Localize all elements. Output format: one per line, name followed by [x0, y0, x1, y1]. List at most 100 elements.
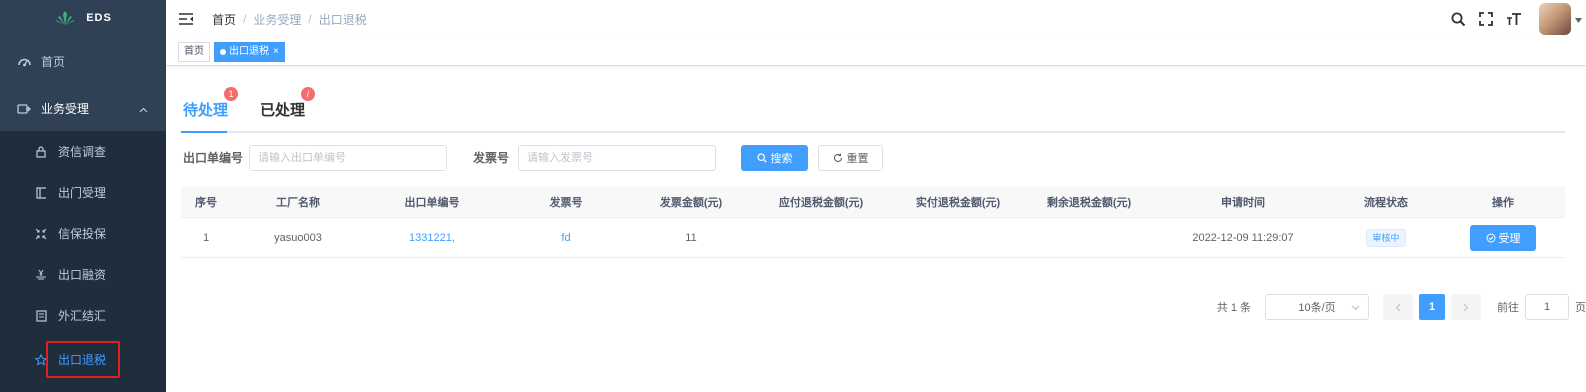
sidebar-item-label: 外汇结汇 — [58, 309, 107, 323]
logo-icon — [55, 11, 76, 25]
avatar[interactable] — [1539, 3, 1571, 35]
tag-export-tax-rebate[interactable]: 出口退税 × — [214, 41, 285, 62]
sidebar-item-label: 资信调查 — [58, 145, 107, 159]
sidebar-item-export-tax-rebate[interactable]: 出口退税 — [0, 339, 166, 380]
order-no-label: 出口单编号 — [183, 151, 244, 165]
lock-icon — [34, 145, 48, 159]
money-icon — [34, 268, 48, 282]
dashboard-icon — [17, 55, 31, 69]
cell-apply-time: 2022-12-09 11:29:07 — [1192, 231, 1294, 244]
sidebar-item-label: 出口退税 — [58, 353, 107, 367]
search-button-label: 搜索 — [770, 153, 793, 165]
page-size-value: 10条/页 — [1298, 302, 1336, 314]
sidebar-item-label: 出门受理 — [58, 186, 107, 200]
goto-label: 前往 — [1497, 302, 1519, 314]
cell-index: 1 — [202, 231, 210, 244]
refresh-icon — [833, 153, 842, 162]
exchange-icon — [34, 309, 48, 323]
table-header: 序号 工厂名称 出口单编号 发票号 发票金额(元) 应付退税金额(元) 实付退税… — [181, 186, 1565, 218]
sidebar-item-home[interactable]: 首页 — [0, 41, 166, 82]
data-table: 序号 工厂名称 出口单编号 发票号 发票金额(元) 应付退税金额(元) 实付退税… — [181, 186, 1565, 258]
column-header: 实付退税金额(元) — [915, 196, 1001, 209]
business-icon — [17, 102, 31, 116]
chevron-left-icon — [1395, 303, 1401, 311]
reset-button[interactable]: 重置 — [818, 145, 883, 171]
breadcrumb-separator: / — [243, 12, 247, 26]
column-header: 发票号 — [549, 196, 583, 209]
sidebar-item-label: 出口融资 — [58, 268, 107, 282]
invoice-input[interactable] — [518, 145, 716, 171]
sidebar-item-fx-settlement[interactable]: 外汇结汇 — [0, 295, 166, 336]
next-page-button[interactable] — [1451, 294, 1481, 320]
column-header: 出口单编号 — [404, 196, 460, 209]
cell-order-no-link[interactable]: 1331221, — [365, 232, 499, 244]
column-header: 工厂名称 — [276, 196, 320, 209]
sidebar-item-label: 首页 — [41, 55, 66, 69]
brand-name: EDS — [86, 12, 112, 24]
search-icon[interactable] — [1449, 10, 1467, 28]
chevron-right-icon — [1463, 303, 1469, 311]
status-badge: 审核中 — [1366, 228, 1406, 247]
search-icon — [756, 153, 767, 163]
check-circle-icon — [1486, 233, 1495, 242]
breadcrumb-item-current: 出口退税 — [318, 12, 367, 27]
page-size-select[interactable]: 10条/页 — [1265, 294, 1369, 320]
fullscreen-icon[interactable] — [1477, 10, 1495, 28]
star-icon — [34, 353, 48, 367]
header-tools — [1449, 0, 1586, 38]
search-button[interactable]: 搜索 — [741, 145, 808, 171]
page-number-current[interactable]: 1 — [1419, 294, 1445, 320]
cell-invoice-no-link[interactable]: fd — [499, 232, 633, 244]
breadcrumb-item-business: 业务受理 — [253, 12, 302, 27]
close-icon[interactable]: × — [273, 43, 279, 61]
tags-view: 首页 出口退税 × — [166, 38, 1586, 66]
prev-page-button[interactable] — [1383, 294, 1413, 320]
cell-status: 审核中 — [1331, 228, 1441, 247]
tab-label: 待处理 — [183, 102, 229, 119]
main-content: 待处理 1 已处理 / 出口单编号 发票号 搜索 重置 — [166, 67, 1586, 392]
active-dot — [220, 48, 226, 55]
invoice-label: 发票号 — [473, 151, 510, 165]
page-jumper: 前往 页 — [1497, 294, 1586, 320]
order-no-input[interactable] — [249, 145, 447, 171]
tag-home[interactable]: 首页 — [178, 41, 210, 62]
sidebar-logo[interactable]: EDS — [0, 0, 166, 36]
goto-page-input[interactable] — [1525, 294, 1569, 320]
font-size-icon[interactable] — [1505, 10, 1523, 28]
page-unit-label: 页 — [1575, 302, 1586, 314]
sidebar-item-credit-insurance[interactable]: 信保投保 — [0, 213, 166, 254]
tab-label: 已处理 — [260, 102, 306, 119]
accept-button[interactable]: 受理 — [1470, 224, 1536, 251]
hamburger-icon[interactable] — [178, 11, 194, 27]
chevron-up-icon — [139, 102, 148, 116]
sidebar-group-business[interactable]: 业务受理 — [0, 88, 166, 129]
sidebar-item-export-financing[interactable]: 出口融资 — [0, 254, 166, 295]
top-navbar: 首页 / 业务受理 / 出口退税 — [166, 0, 1586, 38]
search-form: 出口单编号 发票号 搜索 重置 — [181, 145, 1565, 173]
active-tab-indicator — [181, 131, 227, 133]
sidebar-item-credit-investigation[interactable]: 资信调查 — [0, 131, 166, 172]
column-header: 应付退税金额(元) — [778, 196, 864, 209]
cell-factory-name: yasuo003 — [274, 231, 322, 244]
tab-processed[interactable]: 已处理 / — [260, 87, 316, 120]
column-header: 剩余退税金额(元) — [1046, 196, 1132, 209]
sidebar-group-label: 业务受理 — [41, 102, 90, 116]
cell-actions: 受理 — [1441, 224, 1565, 251]
column-header: 序号 — [195, 196, 217, 209]
reset-button-label: 重置 — [846, 153, 869, 165]
tab-badge: / — [301, 87, 316, 101]
column-header: 申请时间 — [1221, 196, 1265, 209]
cell-invoice-amount: 11 — [685, 231, 697, 244]
pagination-total: 共 1 条 — [1216, 302, 1251, 314]
breadcrumb-separator: / — [308, 12, 312, 26]
table-row[interactable]: 1 yasuo003 1331221, fd 11 2022-12-09 11:… — [181, 218, 1565, 258]
breadcrumb: 首页 / 业务受理 / 出口退税 — [212, 11, 367, 28]
caret-down-icon[interactable] — [1575, 12, 1582, 26]
tab-badge: 1 — [224, 87, 239, 101]
sidebar-item-export-acceptance[interactable]: 出门受理 — [0, 172, 166, 213]
column-header: 发票金额(元) — [659, 196, 723, 209]
column-header: 流程状态 — [1364, 196, 1408, 209]
breadcrumb-item-home[interactable]: 首页 — [212, 11, 236, 28]
sidebar-item-label: 信保投保 — [58, 227, 107, 241]
tab-pending[interactable]: 待处理 1 — [183, 87, 239, 120]
